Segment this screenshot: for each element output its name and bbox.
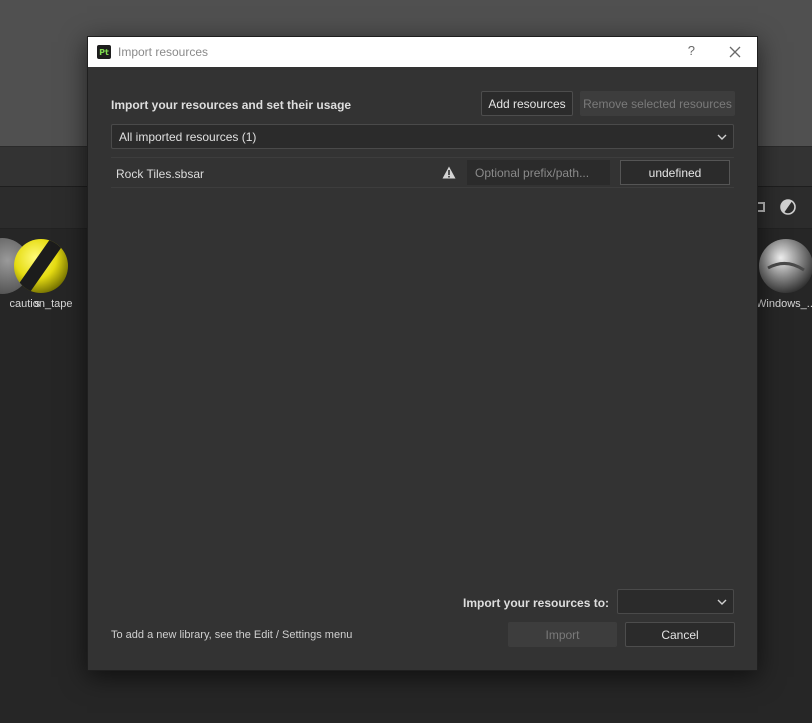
material-thumbnail-caution-tape[interactable]: caution_tape — [1, 238, 81, 310]
import-destination-label: Import your resources to: — [463, 596, 610, 610]
dialog-titlebar[interactable]: Pt Import resources ? — [88, 37, 757, 67]
painter-app-icon: Pt — [97, 45, 111, 59]
close-icon[interactable] — [727, 44, 743, 60]
material-sphere-icon[interactable] — [780, 199, 796, 215]
help-button[interactable]: ? — [688, 43, 695, 58]
dialog-title: Import resources — [118, 45, 209, 59]
usage-type-button[interactable]: undefined — [620, 160, 730, 185]
material-label: caution_tape — [9, 298, 73, 310]
warning-icon — [442, 166, 456, 179]
resource-row[interactable]: Rock Tiles.sbsar undefined — [111, 157, 734, 188]
metal-sphere — [759, 239, 812, 293]
import-resources-dialog: Pt Import resources ? Import your resour… — [87, 36, 758, 671]
caution-tape-sphere — [14, 239, 68, 293]
prefix-path-input[interactable] — [467, 160, 610, 185]
resource-filter-value: All imported resources (1) — [119, 129, 257, 144]
resource-filter-dropdown[interactable]: All imported resources (1) — [111, 124, 734, 149]
import-button[interactable]: Import — [508, 622, 617, 647]
dialog-heading: Import your resources and set their usag… — [111, 98, 352, 112]
library-hint-text: To add a new library, see the Edit / Set… — [111, 629, 353, 641]
add-resources-button[interactable]: Add resources — [481, 91, 573, 116]
resource-name: Rock Tiles.sbsar — [116, 167, 205, 181]
chevron-down-icon — [717, 599, 727, 605]
cancel-button[interactable]: Cancel — [625, 622, 735, 647]
chevron-down-icon — [717, 134, 727, 140]
remove-selected-resources-button[interactable]: Remove selected resources — [580, 91, 735, 116]
import-destination-dropdown[interactable] — [617, 589, 734, 614]
